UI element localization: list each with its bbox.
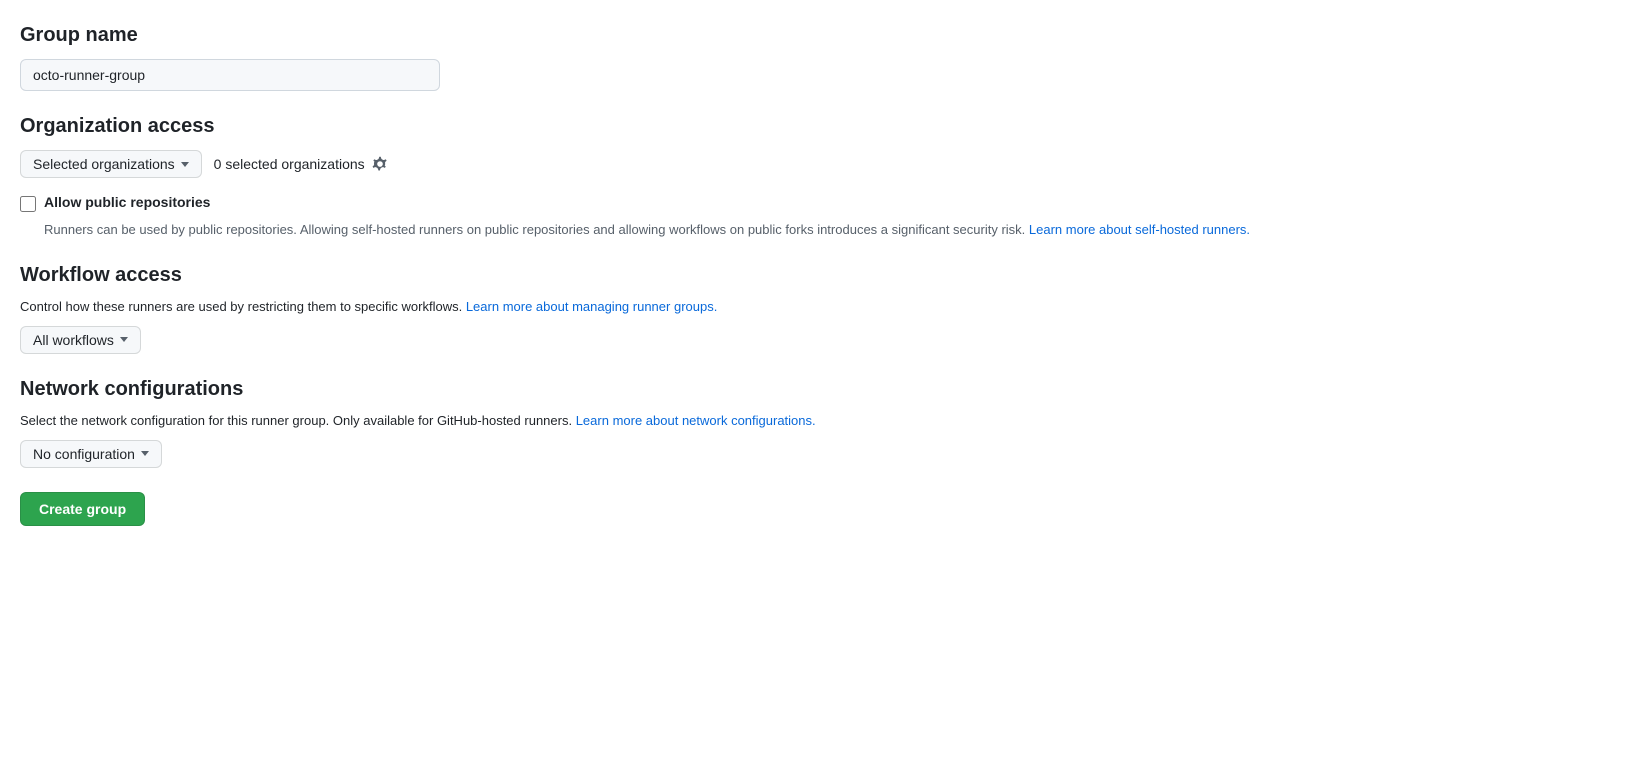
group-name-input[interactable] <box>20 59 440 91</box>
organization-access-section: Organization access Selected organizatio… <box>20 115 1624 240</box>
group-name-section: Group name <box>20 24 1624 91</box>
workflow-access-description: Control how these runners are used by re… <box>20 299 1624 314</box>
group-name-label: Group name <box>20 24 1624 47</box>
selected-count-container: 0 selected organizations <box>214 155 389 173</box>
no-configuration-label: No configuration <box>33 446 135 462</box>
allow-public-label[interactable]: Allow public repositories <box>44 194 210 210</box>
all-workflows-label: All workflows <box>33 332 114 348</box>
org-access-row: Selected organizations 0 selected organi… <box>20 150 1624 178</box>
create-group-section: Create group <box>20 492 1624 526</box>
allow-public-description: Runners can be used by public repositori… <box>44 220 1624 240</box>
chevron-down-icon <box>181 162 189 167</box>
network-configurations-section: Network configurations Select the networ… <box>20 378 1624 468</box>
selected-count-text: 0 selected organizations <box>214 156 365 172</box>
network-configurations-description: Select the network configuration for thi… <box>20 413 1624 428</box>
learn-more-self-hosted-link[interactable]: Learn more about self-hosted runners. <box>1029 222 1250 237</box>
workflow-access-section: Workflow access Control how these runner… <box>20 264 1624 354</box>
chevron-down-icon <box>120 337 128 342</box>
network-configurations-label: Network configurations <box>20 378 1624 401</box>
allow-public-checkbox[interactable] <box>20 196 36 212</box>
selected-organizations-dropdown[interactable]: Selected organizations <box>20 150 202 178</box>
learn-more-network-link[interactable]: Learn more about network configurations. <box>576 413 816 428</box>
create-group-button[interactable]: Create group <box>20 492 145 526</box>
gear-icon[interactable] <box>371 155 389 173</box>
workflow-access-label: Workflow access <box>20 264 1624 287</box>
organization-access-label: Organization access <box>20 115 1624 138</box>
no-configuration-dropdown[interactable]: No configuration <box>20 440 162 468</box>
all-workflows-dropdown[interactable]: All workflows <box>20 326 141 354</box>
selected-organizations-label: Selected organizations <box>33 156 175 172</box>
allow-public-row: Allow public repositories <box>20 194 1624 212</box>
chevron-down-icon <box>141 451 149 456</box>
learn-more-runner-groups-link[interactable]: Learn more about managing runner groups. <box>466 299 718 314</box>
